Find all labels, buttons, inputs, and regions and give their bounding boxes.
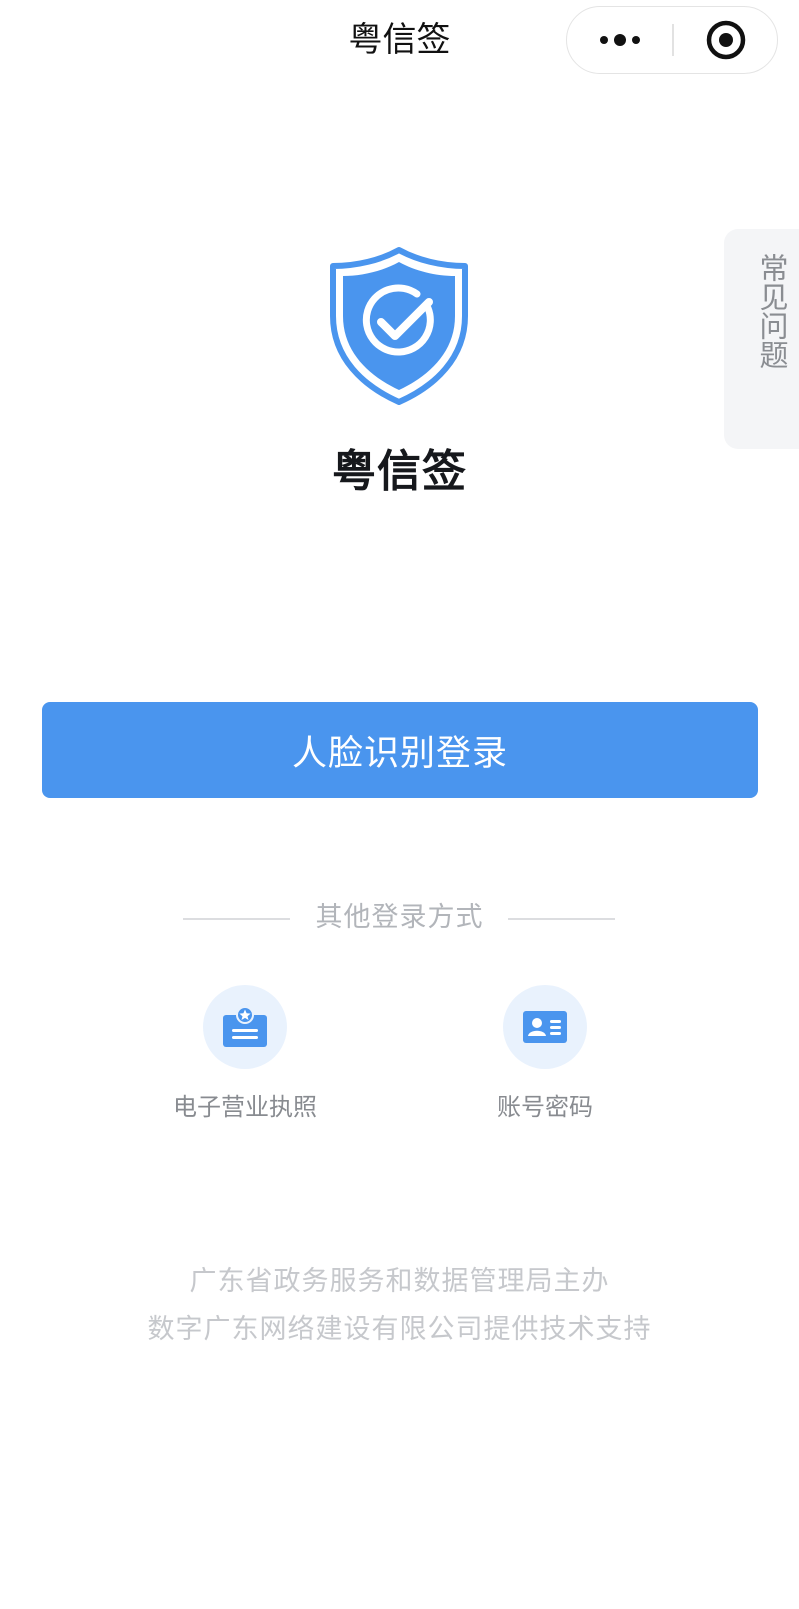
id-card-icon-circle: [503, 985, 587, 1069]
top-navbar: 粤信签: [0, 0, 799, 84]
mini-program-capsule: [566, 6, 778, 74]
target-close-icon: [706, 20, 745, 59]
account-password-label: 账号密码: [497, 1093, 593, 1121]
faq-side-tab[interactable]: 常见问题: [724, 229, 799, 449]
business-license-label: 电子营业执照: [173, 1093, 317, 1121]
other-login-divider: 其他登录方式: [0, 898, 799, 938]
divider-line-right: [508, 918, 615, 920]
id-card-icon: [523, 1011, 567, 1043]
footer-support-text: 数字广东网络建设有限公司提供技术支持: [147, 1314, 652, 1345]
faq-label: 常见问题: [755, 253, 789, 369]
app-name: 粤信签: [332, 446, 467, 497]
account-password-login-option[interactable]: 账号密码: [455, 985, 635, 1125]
shield-check-icon: [329, 246, 469, 406]
footer: 广东省政务服务和数据管理局主办 数字广东网络建设有限公司提供技术支持: [0, 1258, 799, 1354]
footer-sponsor-text: 广东省政务服务和数据管理局主办: [189, 1266, 610, 1297]
business-license-login-option[interactable]: 电子营业执照: [155, 985, 335, 1125]
more-dots-icon: [599, 33, 640, 46]
other-login-label: 其他登录方式: [315, 902, 484, 933]
more-button[interactable]: [567, 7, 672, 72]
face-recognition-login-button[interactable]: 人脸识别登录: [42, 702, 758, 798]
business-license-icon: [223, 1006, 267, 1047]
close-button[interactable]: [674, 7, 777, 72]
business-license-icon-circle: [203, 985, 287, 1069]
